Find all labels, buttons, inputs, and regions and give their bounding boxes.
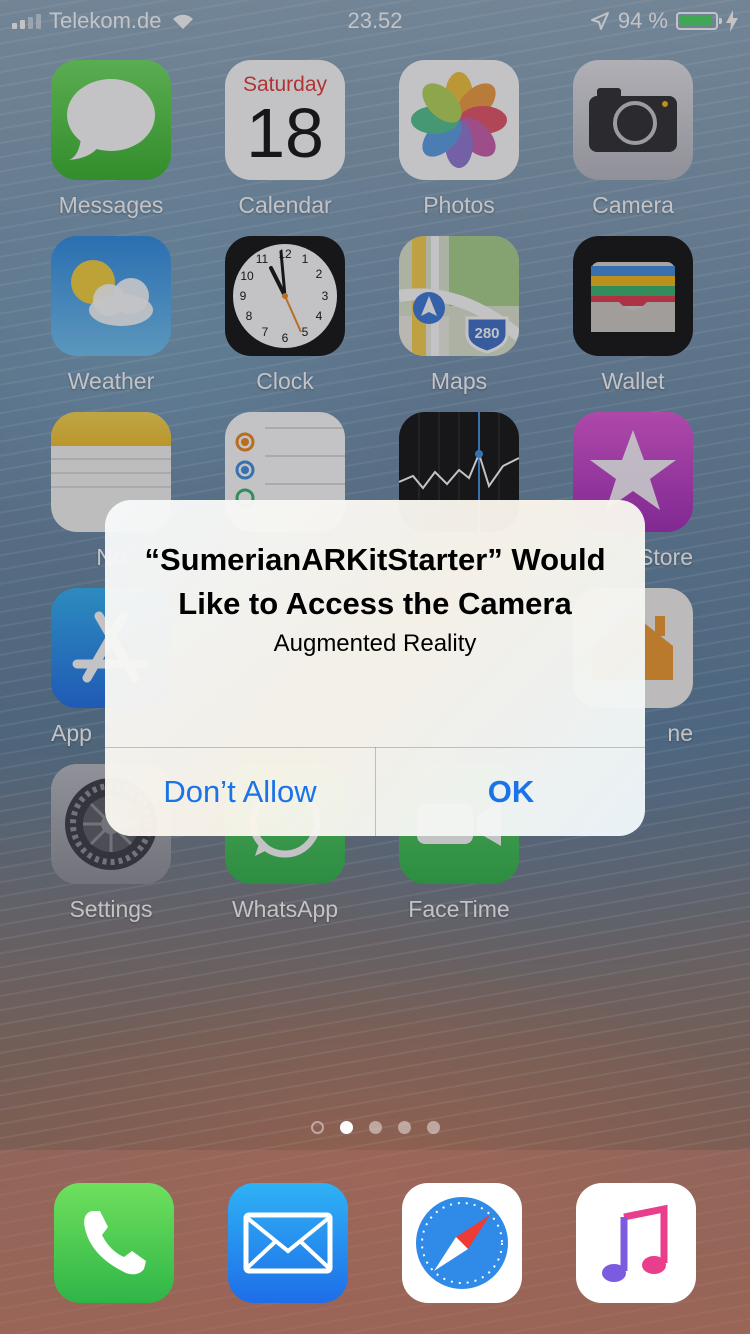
alert-message: Augmented Reality: [273, 630, 477, 657]
music-icon[interactable]: [576, 1183, 696, 1303]
page-dot-current[interactable]: [339, 1121, 353, 1134]
camera-permission-alert: “SumerianARKitStarter” Would Like to Acc…: [105, 500, 645, 836]
phone-icon[interactable]: [54, 1183, 174, 1303]
alert-title: “SumerianARKitStarter” Would Like to Acc…: [144, 542, 606, 621]
page-dot[interactable]: [368, 1121, 382, 1134]
dont-allow-button[interactable]: Don’t Allow: [105, 748, 375, 836]
mail-icon[interactable]: [228, 1183, 348, 1303]
dock: [0, 1150, 750, 1334]
page-indicator[interactable]: [0, 1121, 750, 1134]
spotlight-page-dot[interactable]: [310, 1121, 324, 1134]
page-dot[interactable]: [426, 1121, 440, 1134]
safari-icon[interactable]: [402, 1183, 522, 1303]
page-dot[interactable]: [397, 1121, 411, 1134]
ok-button[interactable]: OK: [376, 748, 645, 836]
